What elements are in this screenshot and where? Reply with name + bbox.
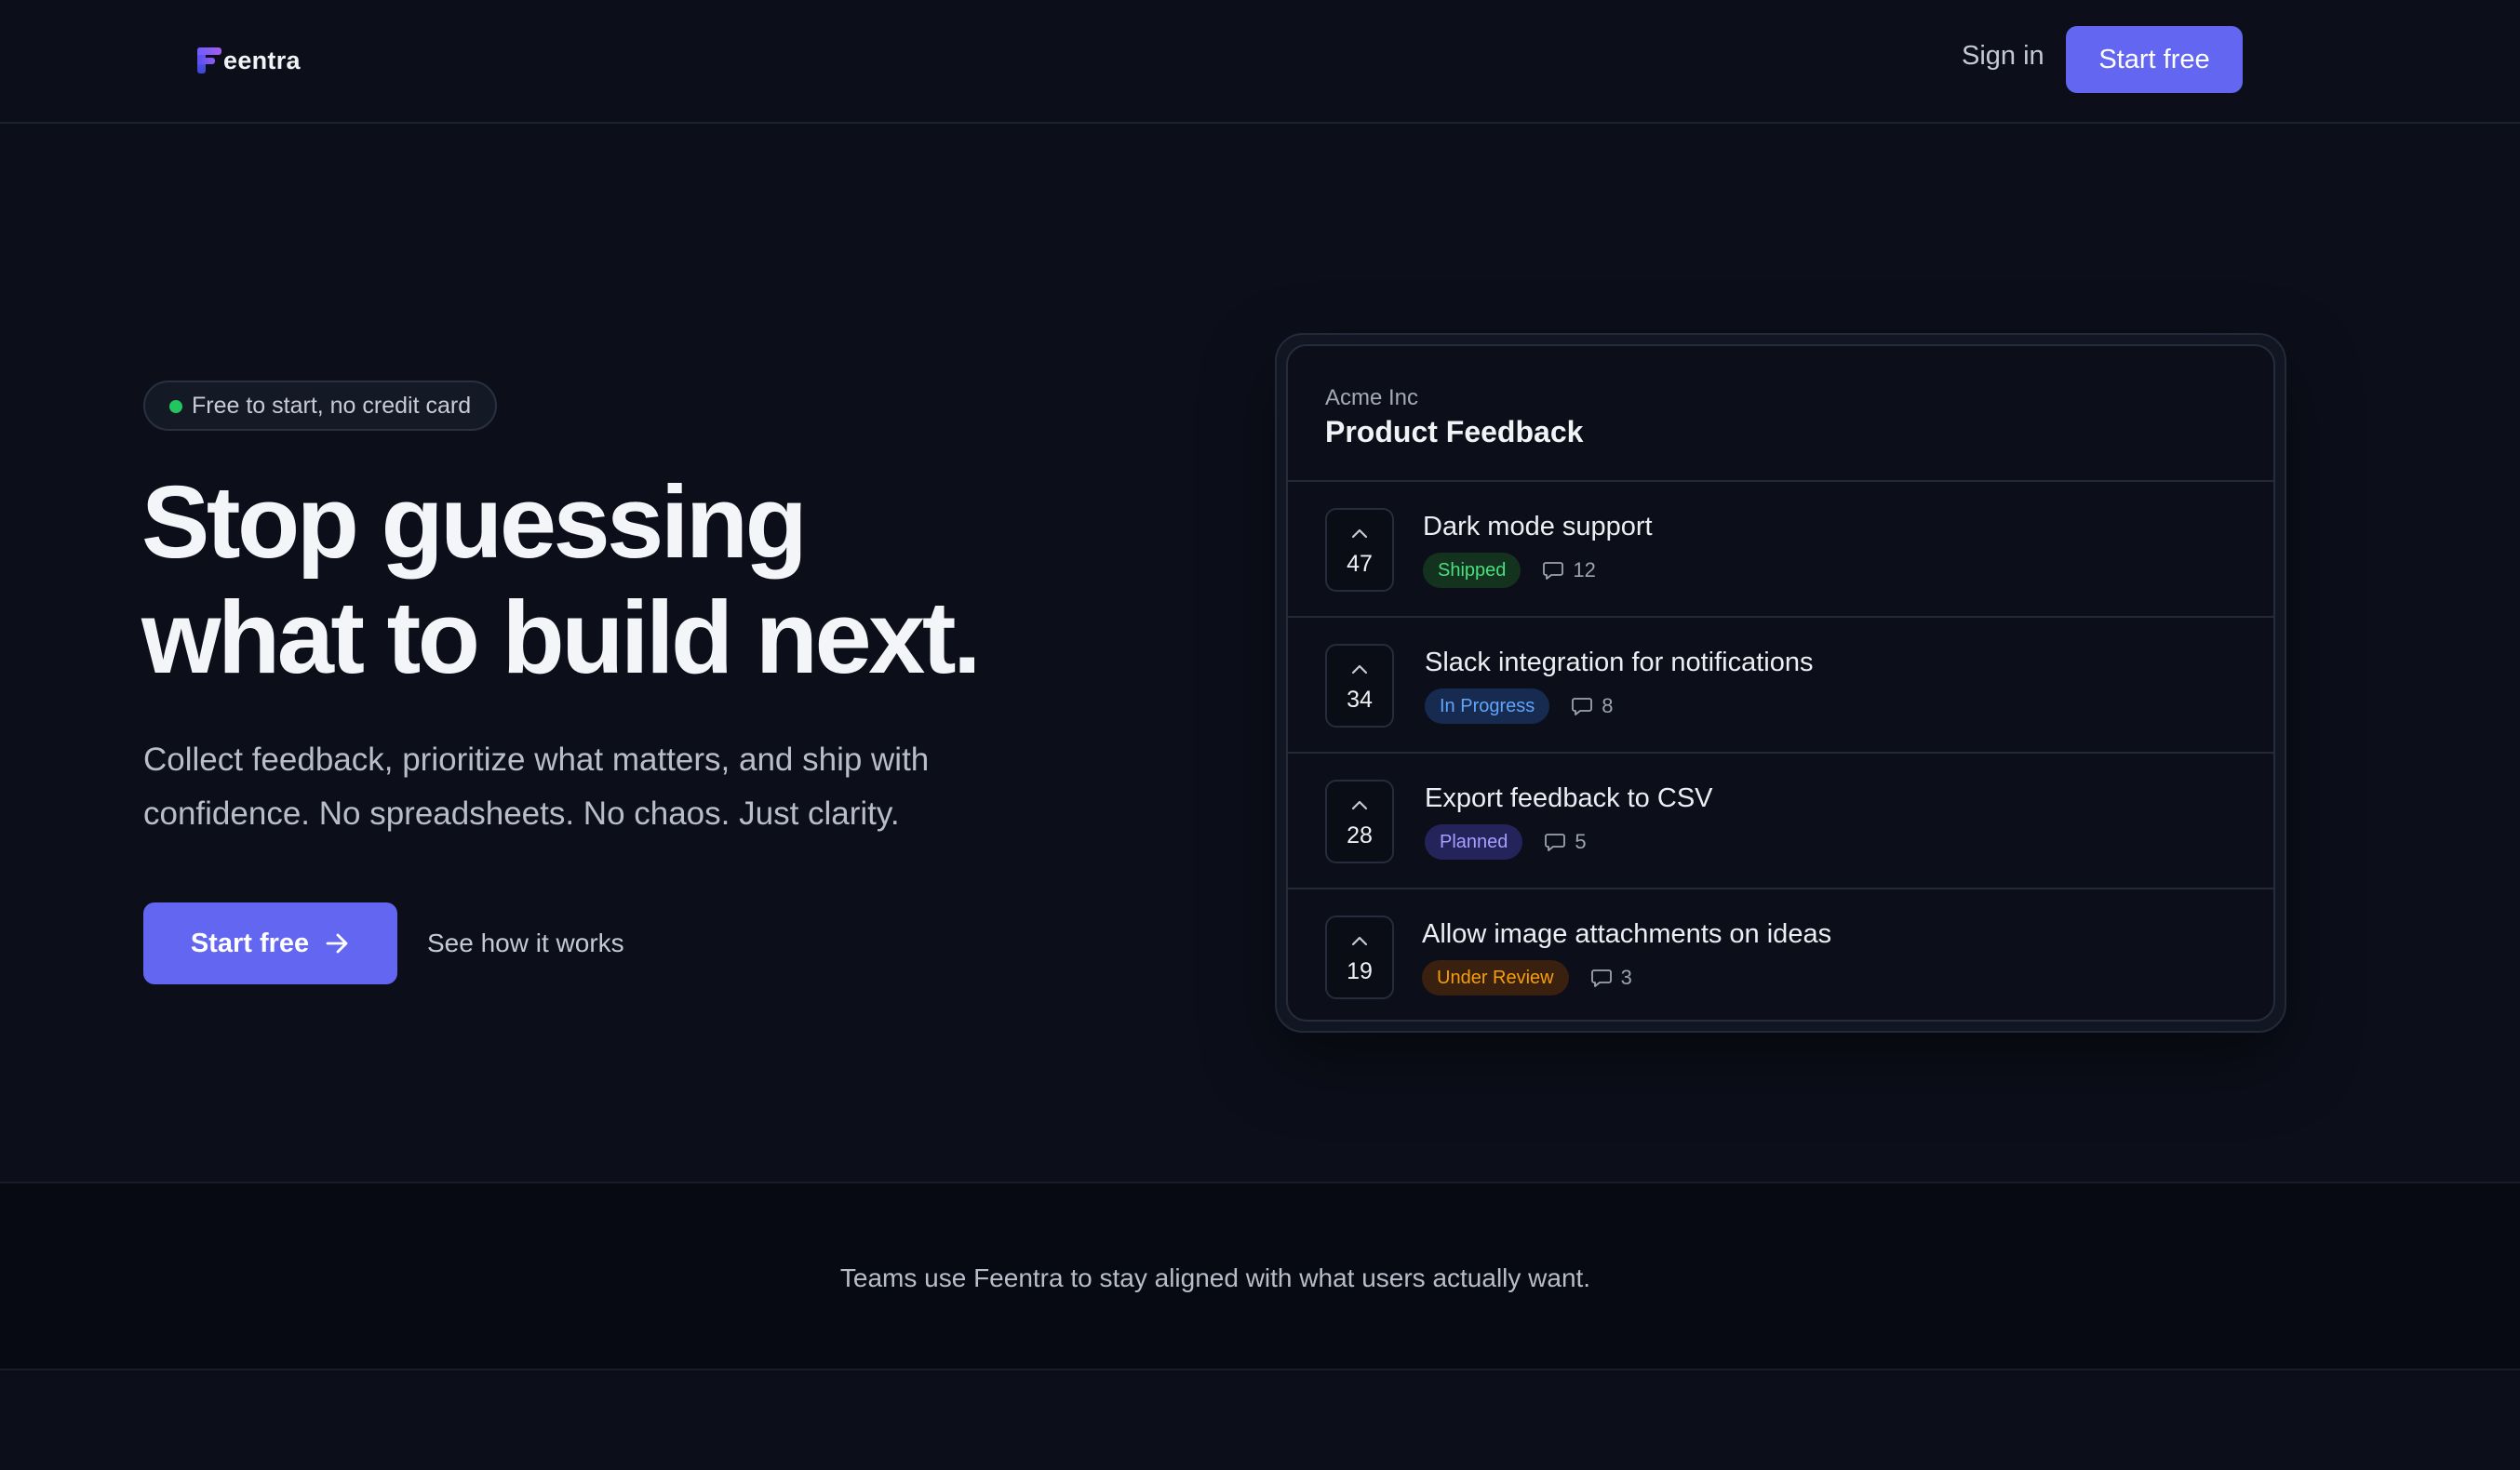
- feedback-board-preview: Acme Inc Product Feedback 47 Dark mode s…: [1275, 333, 2286, 1033]
- brand-name: eentra: [223, 46, 301, 74]
- nav-start-free-button[interactable]: Start free: [2066, 26, 2243, 93]
- comment-count-value: 5: [1575, 830, 1587, 853]
- status-badge: Shipped: [1423, 553, 1521, 588]
- chevron-up-icon: [1327, 929, 1392, 946]
- see-how-it-works-link[interactable]: See how it works: [427, 929, 624, 958]
- feedback-item-title[interactable]: Dark mode support: [1423, 512, 1653, 542]
- status-dot-icon: [169, 400, 182, 413]
- feedback-item[interactable]: 34 Slack integration for notifications I…: [1288, 618, 2273, 754]
- upvote-button[interactable]: 19: [1325, 915, 1394, 999]
- feedback-item-meta: Shipped 12: [1423, 553, 1596, 588]
- upvote-button[interactable]: 34: [1325, 644, 1394, 728]
- hero-subtitle: Collect feedback, prioritize what matter…: [143, 733, 1055, 841]
- comment-icon: [1545, 834, 1566, 851]
- headline-line-1: Stop guessing: [141, 465, 808, 580]
- headline-line-2: what to build next.: [141, 581, 982, 695]
- board-header: Acme Inc Product Feedback: [1288, 346, 2273, 482]
- status-badge: In Progress: [1425, 688, 1550, 724]
- social-proof-text: Teams use Feentra to stay aligned with w…: [839, 1263, 1591, 1292]
- feedback-item[interactable]: 47 Dark mode support Shipped 12: [1288, 482, 2273, 618]
- chevron-up-icon: [1327, 657, 1392, 675]
- free-badge: Free to start, no credit card: [143, 381, 498, 431]
- feedback-item[interactable]: 28 Export feedback to CSV Planned 5: [1288, 754, 2273, 889]
- status-badge: Under Review: [1422, 960, 1569, 996]
- board-org: Acme Inc: [1325, 385, 1419, 410]
- social-proof-band: Teams use Feentra to stay aligned with w…: [0, 1182, 2520, 1370]
- comment-count[interactable]: 8: [1572, 694, 1614, 718]
- board-title: Product Feedback: [1325, 415, 1584, 448]
- arrow-right-icon: [326, 933, 348, 954]
- comment-count[interactable]: 3: [1590, 966, 1632, 990]
- subtitle-line-2: confidence. No spreadsheets. No chaos. J…: [143, 795, 900, 832]
- status-badge: Planned: [1425, 824, 1523, 860]
- brand-logo[interactable]: eentra: [197, 45, 301, 76]
- hero-headline: Stop guessing what to build next.: [141, 465, 1165, 696]
- vote-count: 47: [1347, 551, 1373, 577]
- vote-count: 28: [1347, 822, 1373, 849]
- feedback-item-title[interactable]: Slack integration for notifications: [1425, 648, 1814, 678]
- comment-count[interactable]: 12: [1543, 558, 1596, 582]
- comment-count-value: 8: [1602, 694, 1614, 717]
- feedback-item-meta: Under Review 3: [1422, 960, 1632, 996]
- chevron-up-icon: [1327, 521, 1392, 539]
- upvote-button[interactable]: 28: [1325, 780, 1394, 863]
- upvote-button[interactable]: 47: [1325, 508, 1394, 592]
- comment-count-value: 3: [1620, 966, 1632, 989]
- vote-count: 19: [1347, 958, 1373, 984]
- feedback-item-meta: Planned 5: [1425, 824, 1587, 860]
- comment-icon: [1590, 969, 1612, 987]
- free-badge-label: Free to start, no credit card: [192, 392, 472, 419]
- comment-count-value: 12: [1573, 558, 1596, 581]
- feedback-item-title[interactable]: Export feedback to CSV: [1425, 783, 1713, 814]
- comment-icon: [1543, 562, 1564, 580]
- logo-f-icon: [197, 47, 221, 74]
- sign-in-link[interactable]: Sign in: [1962, 41, 2044, 72]
- feedback-board: Acme Inc Product Feedback 47 Dark mode s…: [1286, 344, 2275, 1022]
- comment-count[interactable]: 5: [1545, 830, 1587, 854]
- comment-icon: [1572, 698, 1593, 715]
- feedback-item-meta: In Progress 8: [1425, 688, 1614, 724]
- subtitle-line-1: Collect feedback, prioritize what matter…: [143, 742, 930, 778]
- hero-start-free-button[interactable]: Start free: [143, 902, 397, 984]
- feedback-item[interactable]: 19 Allow image attachments on ideas Unde…: [1288, 889, 2273, 1020]
- chevron-up-icon: [1327, 793, 1392, 810]
- hero-cta-label: Start free: [190, 928, 310, 958]
- top-nav: eentra Sign in Start free: [0, 0, 2520, 124]
- vote-count: 34: [1347, 687, 1373, 713]
- feedback-item-title[interactable]: Allow image attachments on ideas: [1422, 919, 1831, 950]
